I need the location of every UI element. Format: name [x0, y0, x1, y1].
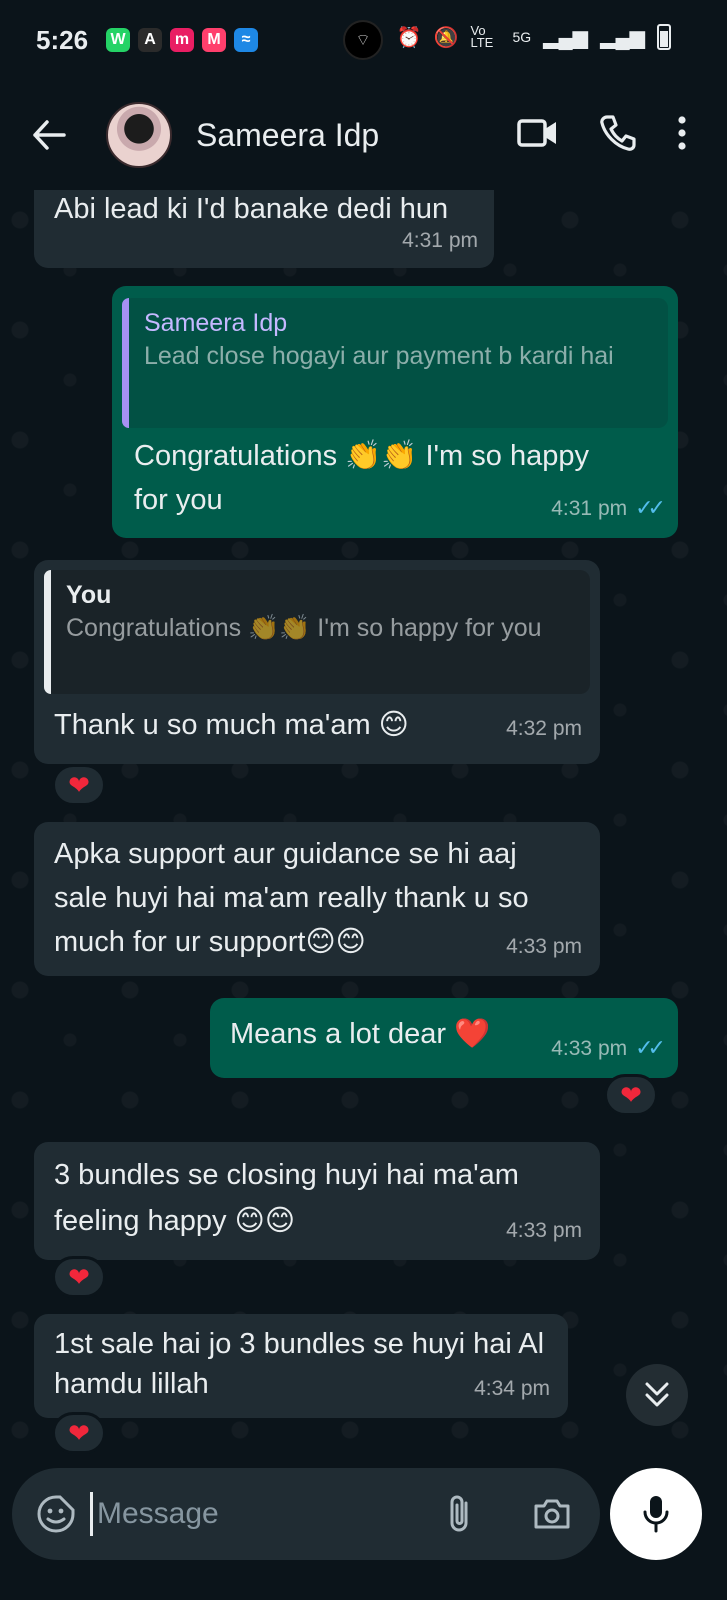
message-bubble-incoming[interactable]: You Congratulations 👏👏 I'm so happy for … — [34, 560, 600, 764]
signal-icon-2: ▂▄▆ — [600, 26, 645, 49]
mic-button[interactable] — [610, 1468, 702, 1560]
message-bubble-outgoing[interactable]: Means a lot dear ❤️ 4:33 pm ✓✓ — [210, 998, 678, 1078]
status-right-icons: ⏰ 🔕 Vo LTE 5G ▂▄▆ ▂▄▆ — [397, 24, 671, 50]
network-label: 5G — [512, 29, 532, 45]
quoted-author: Sameera Idp — [144, 309, 288, 337]
status-app-icons: W A m M ≈ — [106, 28, 259, 52]
message-bubble-outgoing[interactable]: Sameera Idp Lead close hogayi aur paymen… — [112, 286, 678, 538]
more-vert-icon[interactable] — [677, 115, 687, 156]
avatar[interactable] — [106, 102, 172, 168]
contact-name[interactable]: Sameera Idp — [196, 117, 379, 154]
hotspot-pill: ⌔ — [328, 18, 398, 62]
app-wave-notification-icon: ≈ — [234, 28, 259, 52]
message-input[interactable] — [90, 1492, 420, 1536]
chat-area[interactable]: Abi lead ki I'd banake dedi hun 4:31 pm … — [0, 190, 727, 1460]
back-arrow-icon[interactable] — [24, 110, 74, 160]
quoted-message[interactable]: You Congratulations 👏👏 I'm so happy for … — [44, 570, 590, 694]
quoted-author: You — [66, 581, 112, 609]
quoted-text: Lead close hogayi aur payment b kardi ha… — [144, 342, 614, 370]
composer — [0, 1460, 727, 1600]
message-time: 4:32 pm — [506, 717, 582, 740]
app-a-notification-icon: A — [138, 28, 163, 52]
volte-label: Vo LTE — [470, 23, 494, 50]
message-time: 4:33 pm — [506, 1219, 582, 1242]
quoted-text: Congratulations 👏👏 I'm so happy for you — [66, 614, 542, 642]
reaction-heart[interactable]: ❤ — [52, 764, 106, 806]
app-m-notification-icon: m — [170, 28, 195, 52]
myntra-notification-icon: M — [202, 28, 227, 52]
chat-header: Sameera Idp — [0, 80, 727, 190]
message-time-label: 4:33 pm — [551, 1037, 628, 1060]
attach-icon[interactable] — [446, 1493, 472, 1535]
reaction-heart[interactable]: ❤ — [604, 1074, 658, 1116]
read-ticks-icon: ✓✓ — [635, 1035, 666, 1060]
signal-icon: ▂▄▆ — [543, 26, 589, 49]
quoted-message[interactable]: Sameera Idp Lead close hogayi aur paymen… — [122, 298, 668, 428]
read-ticks-icon: ✓✓ — [635, 495, 666, 520]
sticker-icon[interactable] — [36, 1494, 76, 1534]
message-time: 4:31 pm ✓✓ — [551, 487, 666, 530]
message-time: 4:31 pm — [402, 229, 478, 252]
message-time: 4:34 pm — [474, 1377, 550, 1400]
reaction-heart[interactable]: ❤ — [52, 1256, 106, 1298]
hotspot-icon: ⌔ — [343, 20, 383, 60]
scroll-to-bottom-button[interactable] — [626, 1364, 688, 1426]
status-bar: 5:26 W A m M ≈ ⌔ ⏰ 🔕 Vo LTE 5G ▂▄▆ ▂▄▆ — [0, 0, 727, 80]
message-bubble-incoming[interactable]: Abi lead ki I'd banake dedi hun 4:31 pm — [34, 190, 494, 268]
status-time: 5:26 — [36, 24, 89, 55]
video-call-icon[interactable] — [517, 118, 559, 153]
message-time: 4:33 pm ✓✓ — [551, 1027, 666, 1070]
double-chevron-down-icon — [645, 1382, 669, 1407]
reaction-heart[interactable]: ❤ — [52, 1412, 106, 1454]
message-time-label: 4:31 pm — [551, 497, 628, 520]
battery-icon — [657, 24, 671, 50]
camera-icon[interactable] — [532, 1497, 572, 1531]
mute-icon: 🔕 — [433, 26, 459, 49]
message-input-container[interactable] — [12, 1468, 600, 1560]
mic-icon — [643, 1496, 669, 1533]
message-bubble-incoming[interactable]: 3 bundles se closing huyi hai ma'am feel… — [34, 1142, 600, 1260]
message-bubble-incoming[interactable]: Apka support aur guidance se hi aaj sale… — [34, 822, 600, 976]
whatsapp-notification-icon: W — [106, 28, 131, 52]
message-text: 3 bundles se closing huyi hai ma'am feel… — [54, 1159, 519, 1237]
message-text: Apka support aur guidance se hi aaj sale… — [54, 838, 529, 958]
phone-icon[interactable] — [599, 114, 637, 157]
message-time: 4:33 pm — [506, 935, 582, 958]
message-bubble-incoming[interactable]: 1st sale hai jo 3 bundles se huyi hai Al… — [34, 1314, 568, 1418]
alarm-icon: ⏰ — [396, 26, 422, 49]
